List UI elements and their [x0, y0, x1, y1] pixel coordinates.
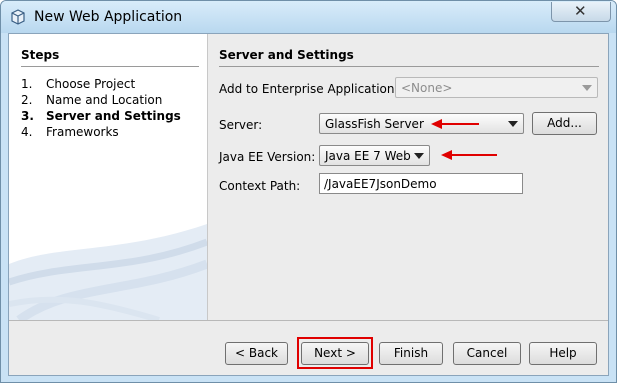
add-server-button[interactable]: Add... [532, 112, 597, 135]
netbeans-cube-icon [11, 9, 25, 25]
steps-panel: Steps 1. Choose Project 2. Name and Locati… [9, 34, 208, 320]
context-path-value: /JavaEE7JsonDemo [324, 177, 437, 191]
java-ee-annotation-arrow-icon [441, 150, 497, 160]
step-label: Frameworks [46, 125, 119, 139]
step-server-and-settings: 3. Server and Settings [21, 109, 181, 123]
step-frameworks: 4. Frameworks [21, 125, 119, 139]
enterprise-application-value: <None> [401, 81, 453, 95]
java-ee-version-label: Java EE Version: [219, 150, 316, 164]
java-ee-version-select[interactable]: Java EE 7 Web [319, 145, 430, 166]
chevron-down-icon [414, 153, 424, 159]
step-name-and-location: 2. Name and Location [21, 93, 162, 107]
context-path-input[interactable]: /JavaEE7JsonDemo [319, 173, 523, 194]
step-number: 4. [21, 125, 33, 139]
help-button[interactable]: Help [529, 342, 597, 365]
server-value: GlassFish Server [325, 117, 424, 131]
window-title: New Web Application [34, 9, 183, 25]
enterprise-application-label: Add to Enterprise Application: [219, 82, 399, 96]
close-button[interactable]: ✕ [551, 2, 611, 22]
back-button[interactable]: < Back [225, 342, 288, 365]
button-bar-divider [9, 320, 608, 321]
next-button-highlight-box [297, 337, 373, 369]
cancel-button[interactable]: Cancel [453, 342, 521, 365]
new-web-application-dialog: New Web Application ✕ Steps 1. Choose Pro… [0, 0, 617, 383]
step-number: 1. [21, 77, 33, 91]
server-annotation-arrow-icon [431, 119, 479, 129]
dialog-body: Steps 1. Choose Project 2. Name and Locati… [8, 33, 609, 376]
steps-divider [21, 66, 199, 67]
panel-divider [219, 66, 599, 67]
chevron-down-icon [582, 85, 592, 91]
step-number: 3. [21, 109, 34, 123]
chevron-down-icon [508, 121, 518, 127]
step-number: 2. [21, 93, 33, 107]
finish-button[interactable]: Finish [379, 342, 443, 365]
step-label: Name and Location [46, 93, 163, 107]
step-label: Choose Project [46, 77, 136, 91]
close-icon: ✕ [574, 2, 587, 20]
decorative-swoosh-graphic [9, 224, 207, 320]
steps-title: Steps [21, 48, 60, 62]
server-label: Server: [219, 118, 263, 132]
step-label: Server and Settings [46, 109, 181, 123]
enterprise-application-select[interactable]: <None> [395, 77, 598, 98]
context-path-label: Context Path: [219, 179, 301, 193]
server-select[interactable]: GlassFish Server [319, 113, 524, 134]
panel-title: Server and Settings [219, 48, 354, 62]
server-settings-panel: Server and Settings Add to Enterprise Ap… [219, 34, 609, 320]
step-choose-project: 1. Choose Project [21, 77, 135, 91]
java-ee-version-value: Java EE 7 Web [325, 149, 411, 163]
title-bar: New Web Application ✕ [1, 1, 616, 33]
